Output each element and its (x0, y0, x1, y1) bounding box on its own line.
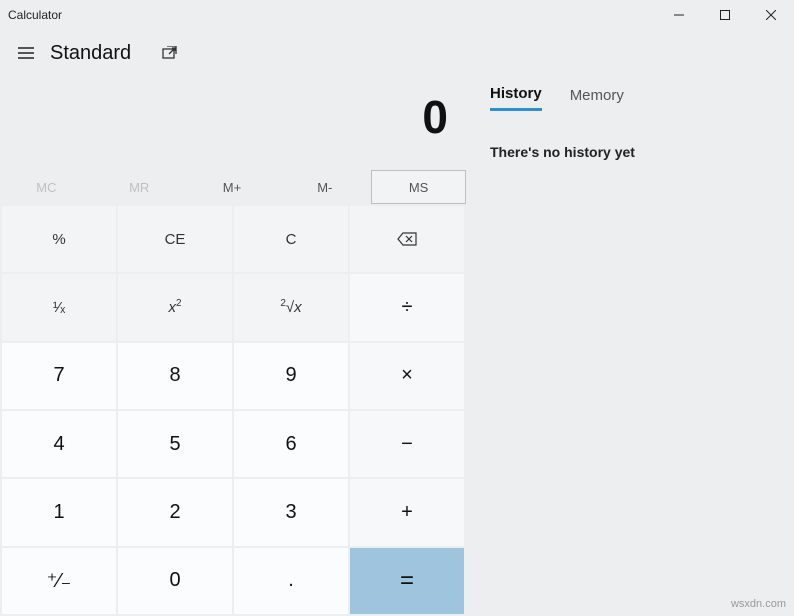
memory-store-button[interactable]: MS (371, 170, 466, 204)
minimize-icon (674, 10, 684, 20)
tab-history[interactable]: History (490, 85, 542, 111)
sqrt-label: 2√x (280, 298, 301, 316)
digit-2-button[interactable]: 2 (118, 479, 232, 545)
calculator-panel: 0 MC MR M+ M- MS % CE C (0, 76, 466, 616)
digit-8-button[interactable]: 8 (118, 343, 232, 409)
subtract-button[interactable]: − (350, 411, 464, 477)
close-icon (766, 10, 776, 20)
display: 0 (0, 76, 466, 148)
side-panel: History Memory There's no history yet (466, 76, 794, 616)
watermark: wsxdn.com (731, 598, 786, 610)
backspace-icon (397, 232, 417, 246)
tab-memory[interactable]: Memory (570, 87, 624, 110)
titlebar: Calculator (0, 0, 794, 30)
menu-button[interactable] (6, 33, 46, 73)
negate-button[interactable]: ⁺⁄₋ (2, 548, 116, 614)
backspace-button[interactable] (350, 206, 464, 272)
square-label: x2 (168, 298, 181, 316)
window-controls (656, 0, 794, 30)
minimize-button[interactable] (656, 0, 702, 30)
percent-button[interactable]: % (2, 206, 116, 272)
memory-row: MC MR M+ M- MS (0, 170, 466, 204)
clear-entry-button[interactable]: CE (118, 206, 232, 272)
side-tabs: History Memory (466, 76, 794, 116)
header: Standard (0, 30, 794, 76)
always-on-top-button[interactable] (149, 33, 189, 73)
digit-9-button[interactable]: 9 (234, 343, 348, 409)
digit-1-button[interactable]: 1 (2, 479, 116, 545)
memory-add-button[interactable]: M+ (186, 170, 279, 204)
equals-button[interactable]: = (350, 548, 464, 614)
always-on-top-icon (161, 46, 177, 60)
reciprocal-button[interactable]: ¹⁄ₓ (2, 274, 116, 340)
divide-button[interactable]: ÷ (350, 274, 464, 340)
multiply-button[interactable]: × (350, 343, 464, 409)
mode-title: Standard (50, 42, 131, 65)
maximize-icon (720, 10, 730, 20)
square-button[interactable]: x2 (118, 274, 232, 340)
history-empty-text: There's no history yet (466, 116, 794, 188)
digit-3-button[interactable]: 3 (234, 479, 348, 545)
square-root-button[interactable]: 2√x (234, 274, 348, 340)
digit-7-button[interactable]: 7 (2, 343, 116, 409)
memory-clear-button: MC (0, 170, 93, 204)
window-title: Calculator (0, 8, 656, 22)
display-value: 0 (422, 90, 448, 144)
keypad: % CE C ¹⁄ₓ x2 2√x ÷ 7 8 9 × 4 (0, 204, 466, 616)
close-button[interactable] (748, 0, 794, 30)
digit-5-button[interactable]: 5 (118, 411, 232, 477)
add-button[interactable]: + (350, 479, 464, 545)
memory-recall-button: MR (93, 170, 186, 204)
digit-6-button[interactable]: 6 (234, 411, 348, 477)
hamburger-icon (18, 47, 34, 59)
digit-0-button[interactable]: 0 (118, 548, 232, 614)
maximize-button[interactable] (702, 0, 748, 30)
digit-4-button[interactable]: 4 (2, 411, 116, 477)
memory-subtract-button[interactable]: M- (278, 170, 371, 204)
decimal-button[interactable]: . (234, 548, 348, 614)
clear-button[interactable]: C (234, 206, 348, 272)
